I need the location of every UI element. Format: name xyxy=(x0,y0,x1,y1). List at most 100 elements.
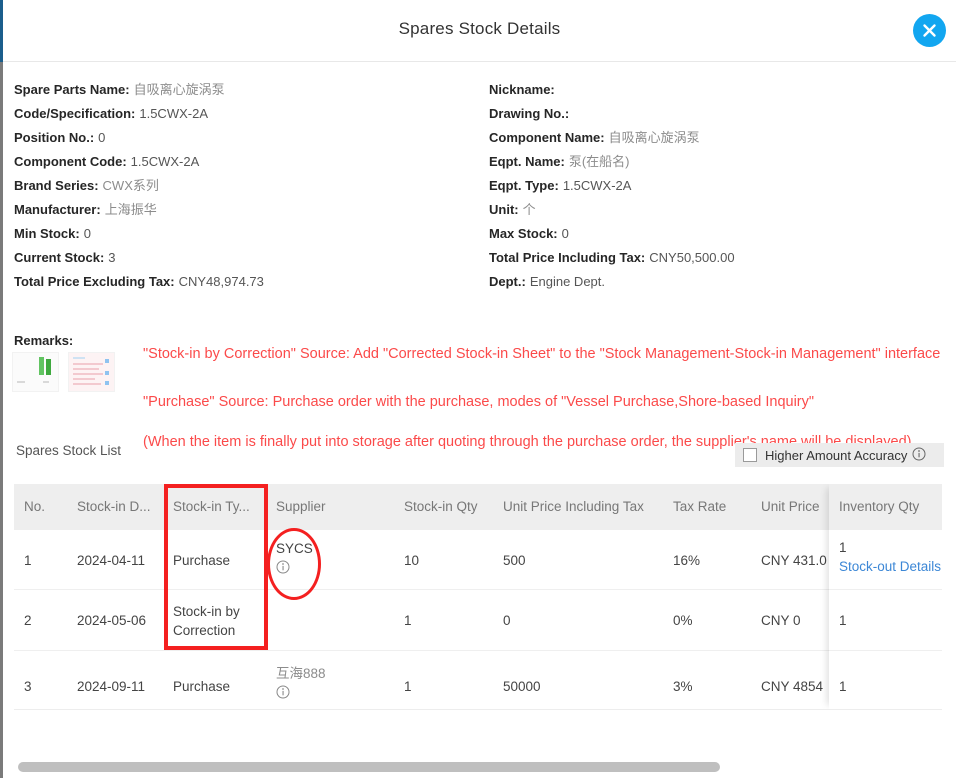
field-label: Code/Specification: xyxy=(14,106,136,121)
cell-stock-in-qty: 1 xyxy=(404,613,412,628)
cell-stock-in-type: Stock-in by Correction xyxy=(173,604,240,638)
remarks-thumbnail-1[interactable] xyxy=(12,352,59,392)
info-icon[interactable] xyxy=(912,447,926,464)
field-value: 1.5CWX-2A xyxy=(139,106,208,121)
spares-stock-table: No. Stock-in D... Stock-in Ty... Supplie… xyxy=(14,484,942,709)
higher-amount-accuracy-control[interactable]: Higher Amount Accuracy xyxy=(735,443,944,467)
field-value: CNY50,500.00 xyxy=(649,250,735,265)
field-unit: Unit: 个 xyxy=(489,198,956,222)
field-spare-parts-name: Spare Parts Name: 自吸离心旋涡泵 xyxy=(14,78,484,102)
fixed-cell-inventory-qty: 1 Stock-out Details xyxy=(829,530,942,590)
cell-unit-price: CNY 4854 xyxy=(761,679,824,694)
higher-amount-accuracy-label: Higher Amount Accuracy xyxy=(765,447,908,463)
table-row[interactable]: 3 2024-09-11 Purchase 互海888 1 50000 3% C… xyxy=(14,651,942,709)
remarks-thumbnail-2[interactable] xyxy=(68,352,115,392)
column-header-inventory-qty[interactable]: Inventory Qty xyxy=(829,484,942,530)
fixed-cell-inventory-qty: 1 xyxy=(829,651,942,709)
field-value: 自吸离心旋涡泵 xyxy=(133,82,225,97)
column-header-unit-price[interactable]: Unit Price xyxy=(761,484,829,530)
field-label: Manufacturer: xyxy=(14,202,101,217)
field-value: 0 xyxy=(83,226,91,241)
field-component-code: Component Code: 1.5CWX-2A xyxy=(14,150,484,174)
cell-unit-price: CNY 0 xyxy=(761,613,801,628)
cell-stock-in-qty: 1 xyxy=(404,679,412,694)
cell-stock-in-qty: 10 xyxy=(404,553,420,568)
field-position-no: Position No.: 0 xyxy=(14,126,484,150)
fixed-cell-inventory-qty: 1 xyxy=(829,590,942,651)
field-label: Eqpt. Type: xyxy=(489,178,559,193)
info-icon[interactable] xyxy=(276,685,386,704)
spares-stock-list-title: Spares Stock List xyxy=(16,443,122,458)
field-drawing-no: Drawing No.: xyxy=(489,102,956,126)
table-row[interactable]: 1 2024-04-11 Purchase SYCS 10 500 16% CN… xyxy=(14,530,942,590)
close-icon[interactable] xyxy=(913,14,946,47)
cell-stock-in-date: 2024-04-11 xyxy=(77,553,146,568)
cell-tax-rate: 3% xyxy=(673,679,693,694)
column-header-unit-price-incl-tax[interactable]: Unit Price Including Tax xyxy=(503,484,693,530)
dialog-left-edge-bar xyxy=(0,62,3,778)
field-value: 3 xyxy=(108,250,116,265)
field-label: Component Code: xyxy=(14,154,127,169)
field-value: 0 xyxy=(98,130,106,145)
column-header-stock-in-type[interactable]: Stock-in Ty... xyxy=(173,484,271,530)
field-component-name: Component Name: 自吸离心旋涡泵 xyxy=(489,126,956,150)
field-eqpt-type: Eqpt. Type: 1.5CWX-2A xyxy=(489,174,956,198)
field-label: Current Stock: xyxy=(14,250,105,265)
field-code-specification: Code/Specification: 1.5CWX-2A xyxy=(14,102,484,126)
cell-supplier: SYCS xyxy=(276,539,386,579)
field-label: Dept.: xyxy=(489,274,526,289)
column-header-no[interactable]: No. xyxy=(24,484,64,530)
field-value: CNY48,974.73 xyxy=(178,274,264,289)
cell-inventory-qty: 1 xyxy=(839,613,847,628)
field-label: Brand Series: xyxy=(14,178,99,193)
field-label: Spare Parts Name: xyxy=(14,82,130,97)
cell-supplier-text: 互海888 xyxy=(276,666,326,681)
horizontal-scrollbar-thumb[interactable] xyxy=(18,762,720,772)
field-value: 0 xyxy=(561,226,569,241)
field-brand-series: Brand Series: CWX系列 xyxy=(14,174,484,198)
field-current-stock: Current Stock: 3 xyxy=(14,246,484,270)
column-header-supplier[interactable]: Supplier xyxy=(276,484,396,530)
cell-no: 1 xyxy=(24,553,32,568)
column-header-stock-in-date[interactable]: Stock-in D... xyxy=(77,484,167,530)
field-label: Max Stock: xyxy=(489,226,558,241)
cell-unit-price: CNY 431.0 xyxy=(761,553,827,568)
field-label: Component Name: xyxy=(489,130,605,145)
cell-no: 2 xyxy=(24,613,32,628)
dialog-header: Spares Stock Details xyxy=(3,0,956,62)
cell-tax-rate: 0% xyxy=(673,613,693,628)
cell-unit-price-incl-tax: 500 xyxy=(503,553,526,568)
table-header-row: No. Stock-in D... Stock-in Ty... Supplie… xyxy=(14,484,942,530)
field-total-price-excluding-tax: Total Price Excluding Tax: CNY48,974.73 xyxy=(14,270,484,294)
cell-tax-rate: 16% xyxy=(673,553,701,568)
cell-no: 3 xyxy=(24,679,32,694)
field-label: Min Stock: xyxy=(14,226,80,241)
details-left-column: Spare Parts Name: 自吸离心旋涡泵 Code/Specificat… xyxy=(14,78,484,294)
field-manufacturer: Manufacturer: 上海振华 xyxy=(14,198,484,222)
field-value: CWX系列 xyxy=(102,178,159,193)
cell-supplier: 互海888 xyxy=(276,664,386,704)
info-icon[interactable] xyxy=(276,560,386,579)
annotation-purchase-source: "Purchase" Source: Purchase order with t… xyxy=(143,394,815,410)
field-value: 自吸离心旋涡泵 xyxy=(608,130,700,145)
remarks-label: Remarks: xyxy=(14,333,74,348)
field-label: Position No.: xyxy=(14,130,95,145)
field-total-price-including-tax: Total Price Including Tax: CNY50,500.00 xyxy=(489,246,956,270)
table-row[interactable]: 2 2024-05-06 Stock-in by Correction 1 0 … xyxy=(14,590,942,651)
field-value: 1.5CWX-2A xyxy=(130,154,200,169)
table-bottom-divider xyxy=(14,709,942,710)
field-value: 上海振华 xyxy=(104,202,157,217)
details-right-column: Nickname: Drawing No.: Component Name: 自吸… xyxy=(489,78,956,294)
field-dept: Dept.: Engine Dept. xyxy=(489,270,956,294)
fixed-inventory-qty-column: Inventory Qty 1 Stock-out Details 1 1 xyxy=(829,484,942,709)
column-header-tax-rate[interactable]: Tax Rate xyxy=(673,484,763,530)
cell-stock-in-type: Purchase xyxy=(173,553,231,568)
field-min-stock: Min Stock: 0 xyxy=(14,222,484,246)
field-nickname: Nickname: xyxy=(489,78,956,102)
stock-out-details-link[interactable]: Stock-out Details xyxy=(839,557,942,576)
cell-supplier-text: SYCS xyxy=(276,541,313,556)
higher-amount-accuracy-checkbox[interactable] xyxy=(743,448,757,462)
page-title: Spares Stock Details xyxy=(398,19,561,38)
field-label: Nickname: xyxy=(489,82,555,97)
field-value: 泵(在船名) xyxy=(568,154,630,169)
